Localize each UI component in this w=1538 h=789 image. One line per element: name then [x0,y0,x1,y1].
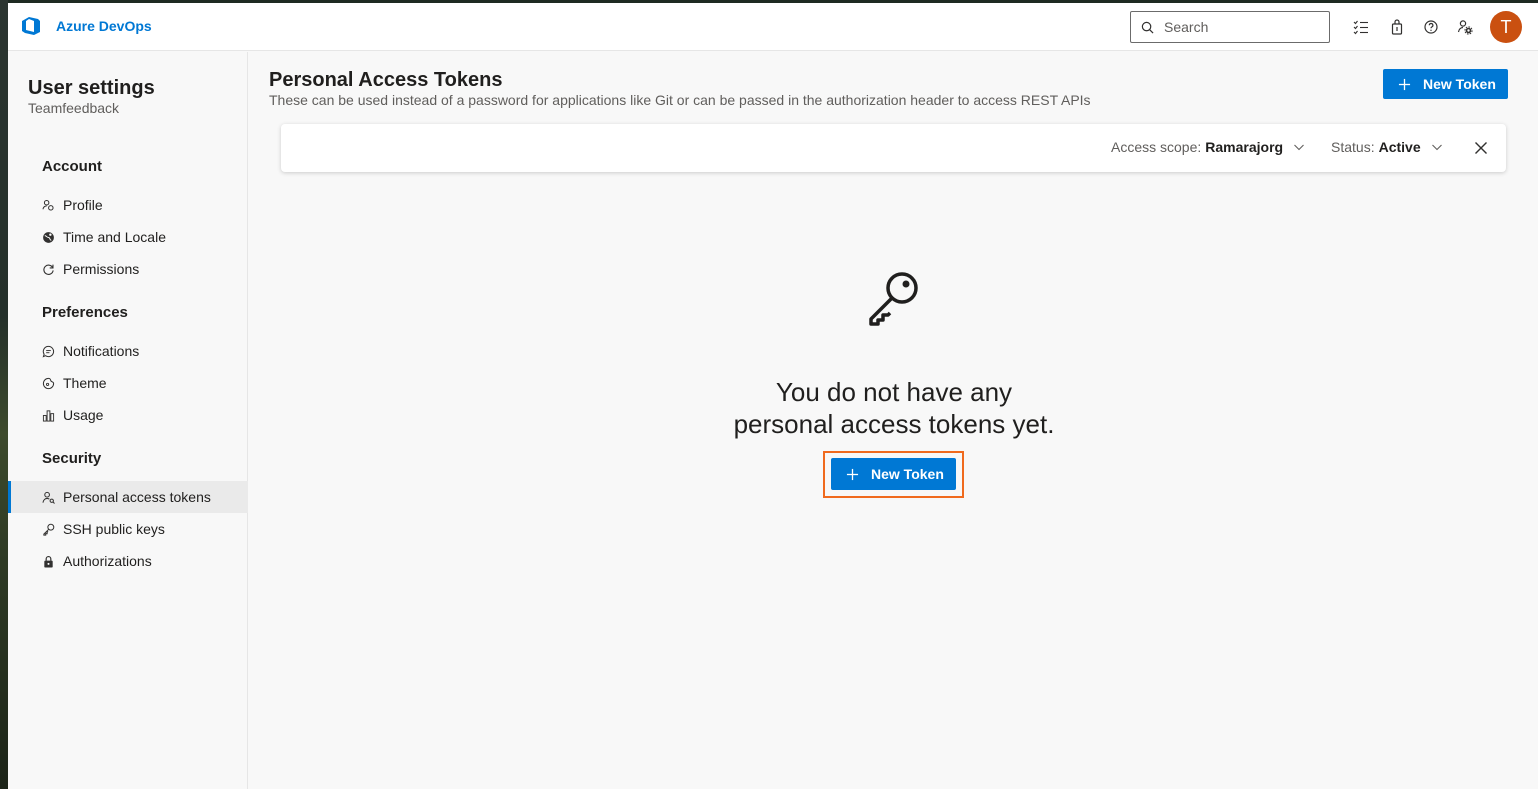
sidebar-item-label: Personal access tokens [63,489,211,505]
sidebar-item-label: Theme [63,375,107,391]
access-scope-filter[interactable]: Access scope: Ramarajorg [1111,139,1305,155]
key-icon [43,523,55,536]
group-account: Account [42,158,102,175]
brand-name: Azure DevOps [56,18,152,34]
search-box[interactable] [1130,11,1330,43]
group-preferences: Preferences [42,304,128,321]
plus-icon [1398,78,1411,90]
chat-icon [42,345,55,358]
sidebar-item-label: Authorizations [63,553,152,569]
page-title: Personal Access Tokens [269,69,503,91]
empty-state-line-1: You do not have any [775,377,1013,407]
sidebar-item-ssh-public-keys[interactable]: SSH public keys [8,513,248,545]
empty-state-message: You do not have any personal access toke… [649,376,1139,440]
access-scope-label: Access scope: [1111,139,1202,155]
search-input[interactable] [1164,19,1314,35]
organization-name: Teamfeedback [28,100,120,116]
sidebar-item-label: Time and Locale [63,229,166,245]
task-list-icon[interactable] [1351,17,1371,37]
desktop-background [0,0,8,789]
status-value: Active [1378,139,1421,155]
key-icon [869,272,918,326]
token-icon [42,491,55,504]
chevron-down-icon [1431,144,1442,151]
access-scope-value: Ramarajorg [1205,139,1284,155]
globe-icon [43,231,54,243]
new-token-button[interactable]: New Token [1383,69,1508,99]
avatar[interactable]: T [1490,11,1522,43]
app-window: Azure DevOps Search T User settings Team… [8,3,1538,789]
sidebar-item-time-and-locale[interactable]: Time and Locale [8,221,248,253]
sidebar-item-authorizations[interactable]: Authorizations [8,545,248,577]
close-icon[interactable] [1473,140,1489,156]
theme-icon [42,377,55,389]
page-description: These can be used instead of a password … [269,92,1091,108]
chevron-down-icon [1294,144,1304,151]
shopping-bag-icon[interactable] [1387,17,1407,37]
sidebar-title: User settings [28,77,155,99]
empty-state-new-token-label: New Token [871,466,944,482]
status-label: Status: [1331,139,1375,155]
sidebar-item-notifications[interactable]: Notifications [8,335,248,367]
sidebar-item-label: Usage [63,407,104,423]
empty-state-new-token-button[interactable]: New Token [831,458,956,490]
user-settings-icon[interactable] [1455,17,1475,37]
azure-devops-logo-icon [22,17,40,35]
sidebar-item-label: Notifications [63,343,140,359]
sidebar-item-personal-access-tokens[interactable]: Personal access tokens [8,481,248,513]
help-icon[interactable] [1421,17,1441,37]
sidebar-item-label: SSH public keys [63,521,165,537]
filter-bar: Access scope: Ramarajorg Status: Active [281,124,1506,172]
search-icon [1141,21,1154,33]
profile-icon [42,199,54,211]
lock-icon [44,555,53,568]
sidebar-item-label: Permissions [63,261,140,277]
main-content: Personal Access Tokens These can be used… [249,52,1538,789]
group-security: Security [42,450,102,467]
sidebar-item-label: Profile [63,197,103,213]
sidebar-item-theme[interactable]: Theme [8,367,248,399]
sidebar-item-permissions[interactable]: Permissions [8,253,248,285]
new-token-button-label: New Token [1423,76,1496,92]
sidebar-item-usage[interactable]: Usage [8,399,248,431]
refresh-icon [43,264,54,275]
status-filter[interactable]: Status: Active [1331,139,1443,155]
brand[interactable]: Azure DevOps [20,15,152,37]
bar-chart-icon [42,409,55,422]
sidebar-item-profile[interactable]: Profile [8,189,248,221]
sidebar: User settings Teamfeedback Account Profi… [8,52,248,789]
top-bar: Azure DevOps Search T [8,3,1538,51]
plus-icon [846,468,859,480]
empty-state-line-2: personal access tokens yet. [733,409,1055,439]
